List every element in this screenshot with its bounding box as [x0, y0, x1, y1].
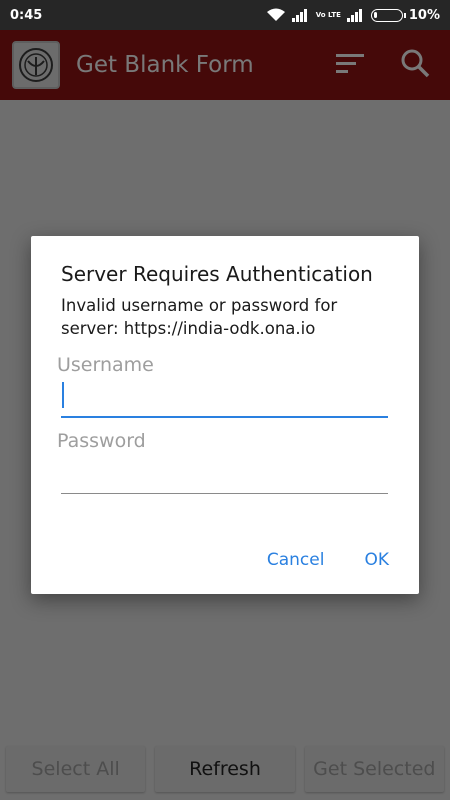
battery-level	[373, 11, 377, 18]
username-label: Username	[57, 354, 154, 376]
cancel-button[interactable]: Cancel	[267, 550, 325, 570]
ok-button[interactable]: OK	[364, 550, 389, 570]
status-time: 0:45	[10, 7, 43, 23]
password-field-wrap	[61, 452, 389, 494]
username-field-wrap	[61, 376, 389, 418]
password-field[interactable]	[61, 456, 388, 494]
signal-icon	[291, 8, 310, 22]
status-icons: Vo LTE 10%	[266, 8, 440, 23]
wifi-icon	[266, 8, 286, 22]
password-label: Password	[57, 430, 146, 452]
authentication-dialog: Server Requires Authentication Invalid u…	[31, 236, 419, 594]
dialog-buttons: Cancel OK	[267, 550, 389, 570]
battery-icon	[370, 8, 406, 22]
battery-percent: 10%	[408, 7, 440, 23]
signal-icon	[346, 8, 365, 22]
dialog-message: Invalid username or password for server:…	[61, 296, 338, 338]
dialog-title: Server Requires Authentication	[61, 262, 373, 286]
volte-icon: Vo LTE	[315, 10, 341, 19]
text-cursor	[62, 382, 64, 408]
username-field[interactable]	[61, 380, 388, 418]
status-bar: 0:45 Vo LTE 10%	[0, 0, 450, 30]
